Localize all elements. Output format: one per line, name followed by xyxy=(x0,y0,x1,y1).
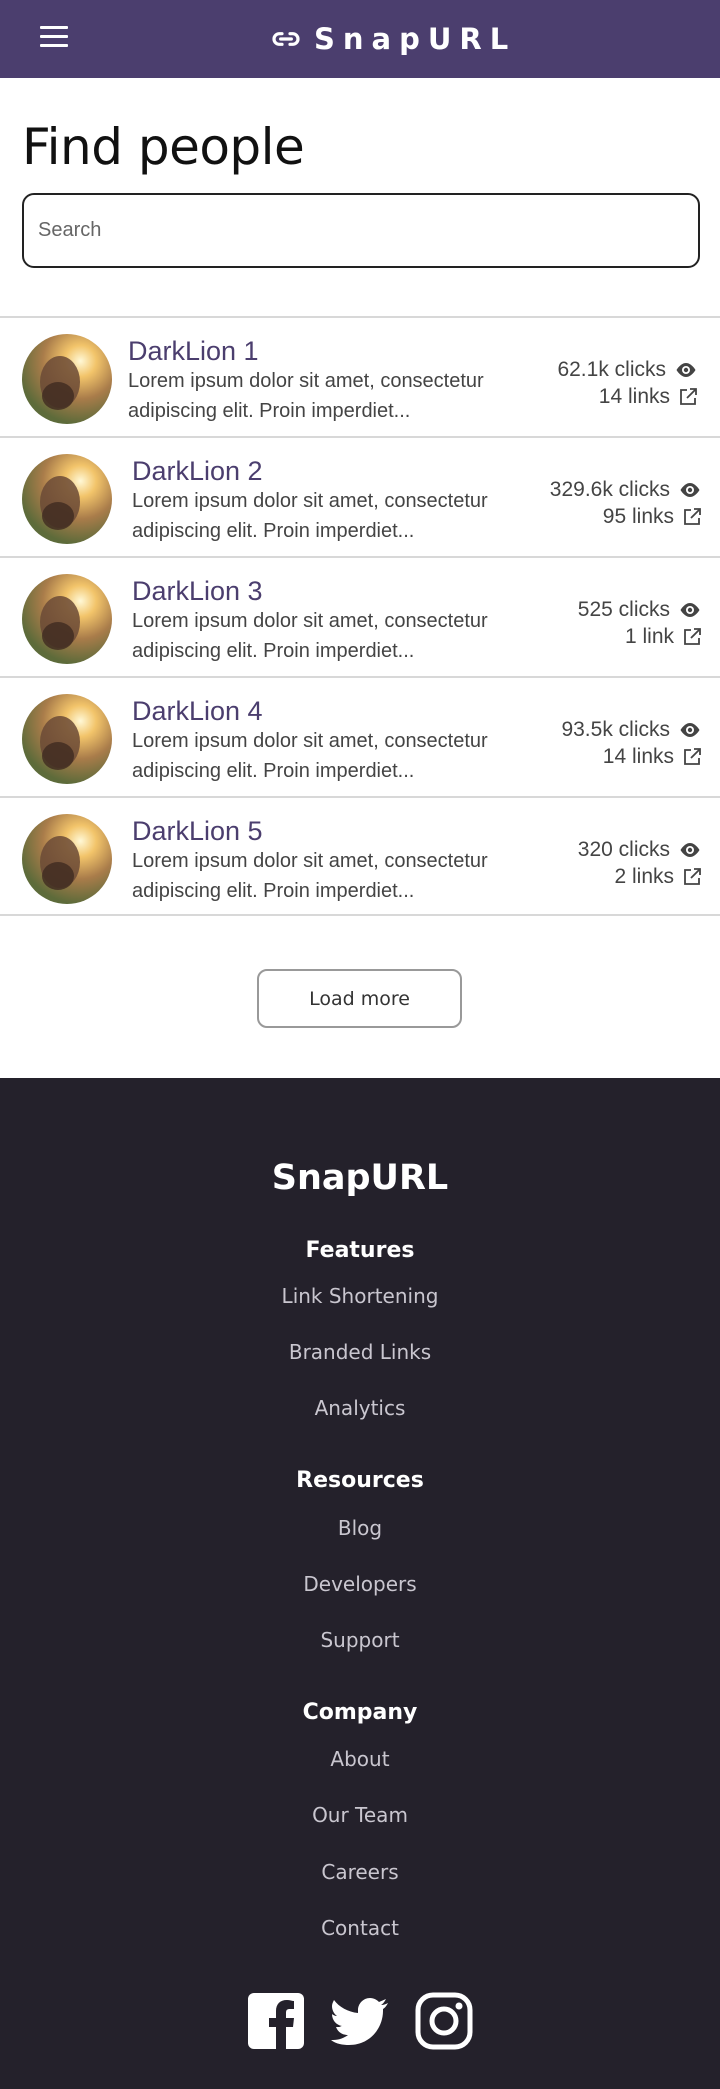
external-link-icon xyxy=(684,627,701,645)
person-name[interactable]: DarkLion 3 xyxy=(132,576,263,607)
avatar xyxy=(22,574,112,664)
eye-icon xyxy=(680,722,700,737)
person-description: Lorem ipsum dolor sit amet, consectetur … xyxy=(132,730,488,782)
social-links xyxy=(0,1992,720,2050)
footer-link-about[interactable]: About xyxy=(0,1747,720,1771)
clicks-count: 329.6k clicks xyxy=(549,478,670,501)
hamburger-menu-icon[interactable] xyxy=(40,26,70,50)
person-row[interactable]: DarkLion 4 Lorem ipsum dolor sit amet, c… xyxy=(0,676,720,796)
person-stats: 320 clicks 2 links xyxy=(578,836,702,890)
external-link-icon xyxy=(680,387,697,405)
brand-logo[interactable]: SnapURL xyxy=(270,18,516,60)
external-link-icon xyxy=(684,747,701,765)
footer-link-developers[interactable]: Developers xyxy=(0,1572,720,1596)
footer-heading-company: Company xyxy=(302,1700,418,1725)
person-stats: 329.6k clicks 95 links xyxy=(550,476,702,530)
page-title: Find people xyxy=(22,118,305,176)
person-stats: 93.5k clicks 14 links xyxy=(561,716,702,770)
links-count: 2 links xyxy=(614,865,674,888)
person-stats: 525 clicks 1 link xyxy=(578,596,702,650)
person-row[interactable]: DarkLion 2 Lorem ipsum dolor sit amet, c… xyxy=(0,436,720,556)
footer-link-link-shortening[interactable]: Link Shortening xyxy=(0,1284,720,1308)
person-name[interactable]: DarkLion 4 xyxy=(132,696,263,727)
brand-name: SnapURL xyxy=(314,22,517,56)
eye-icon xyxy=(680,482,700,497)
people-list: DarkLion 1 Lorem ipsum dolor sit amet, c… xyxy=(0,316,720,916)
avatar xyxy=(22,454,112,544)
person-row[interactable]: DarkLion 3 Lorem ipsum dolor sit amet, c… xyxy=(0,556,720,676)
links-count: 95 links xyxy=(602,505,674,528)
eye-icon xyxy=(680,602,700,617)
person-stats: 62.1k clicks 14 links xyxy=(557,356,698,410)
load-more-button[interactable]: Load more xyxy=(257,969,462,1028)
eye-icon xyxy=(676,362,696,377)
person-name[interactable]: DarkLion 1 xyxy=(128,336,259,367)
footer-link-contact[interactable]: Contact xyxy=(0,1916,720,1940)
footer-link-blog[interactable]: Blog xyxy=(0,1516,720,1540)
footer-heading-resources: Resources xyxy=(296,1468,424,1493)
footer-link-analytics[interactable]: Analytics xyxy=(0,1396,720,1420)
person-name[interactable]: DarkLion 2 xyxy=(132,456,263,487)
eye-icon xyxy=(680,842,700,857)
instagram-icon[interactable] xyxy=(415,1992,473,2050)
person-row[interactable]: DarkLion 1 Lorem ipsum dolor sit amet, c… xyxy=(0,316,720,436)
footer-link-branded-links[interactable]: Branded Links xyxy=(0,1340,720,1364)
facebook-icon[interactable] xyxy=(247,1992,305,2050)
twitter-icon[interactable] xyxy=(327,1992,393,2050)
links-count: 1 link xyxy=(624,625,674,648)
clicks-count: 525 clicks xyxy=(577,598,670,621)
person-description: Lorem ipsum dolor sit amet, consectetur … xyxy=(128,370,484,422)
footer-link-our-team[interactable]: Our Team xyxy=(0,1803,720,1827)
search-input[interactable] xyxy=(22,193,700,268)
avatar xyxy=(22,694,112,784)
footer-link-careers[interactable]: Careers xyxy=(0,1860,720,1884)
avatar xyxy=(22,814,112,904)
person-description: Lorem ipsum dolor sit amet, consectetur … xyxy=(132,610,488,662)
person-name[interactable]: DarkLion 5 xyxy=(132,816,263,847)
links-count: 14 links xyxy=(598,385,670,408)
person-description: Lorem ipsum dolor sit amet, consectetur … xyxy=(132,850,488,902)
person-description: Lorem ipsum dolor sit amet, consectetur … xyxy=(132,490,488,542)
footer-link-support[interactable]: Support xyxy=(0,1628,720,1652)
footer-heading-features: Features xyxy=(305,1238,415,1263)
footer-brand[interactable]: SnapURL xyxy=(0,1158,720,1198)
person-row[interactable]: DarkLion 5 Lorem ipsum dolor sit amet, c… xyxy=(0,796,720,916)
footer: SnapURL Features Link Shortening Branded… xyxy=(0,1078,720,2089)
clicks-count: 93.5k clicks xyxy=(561,718,670,741)
avatar xyxy=(22,334,112,424)
external-link-icon xyxy=(684,507,701,525)
external-link-icon xyxy=(684,867,701,885)
links-count: 14 links xyxy=(602,745,674,768)
clicks-count: 320 clicks xyxy=(577,838,670,861)
link-icon xyxy=(272,32,300,46)
clicks-count: 62.1k clicks xyxy=(557,358,666,381)
top-navbar: SnapURL xyxy=(0,0,720,78)
